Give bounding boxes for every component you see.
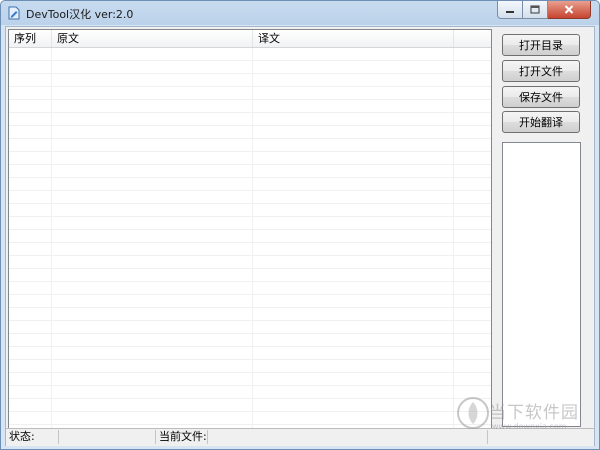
start-translate-button[interactable]: 开始翻译 (502, 111, 580, 133)
translation-list[interactable]: 序列 原文 译文 (8, 29, 492, 430)
side-listbox[interactable] (502, 142, 581, 427)
column-divider (51, 48, 52, 429)
list-header: 序列 原文 译文 (9, 30, 491, 48)
status-value (59, 430, 156, 444)
minimize-icon (506, 10, 514, 13)
column-header-translation[interactable]: 译文 (253, 30, 454, 47)
watermark-logo-icon (457, 397, 489, 429)
client-area: 序列 原文 译文 打开目录 打开文件 保存文件 开始翻译 状态: 当前文件: (5, 26, 595, 446)
maximize-button[interactable] (523, 1, 548, 19)
open-directory-button[interactable]: 打开目录 (502, 34, 580, 56)
maximize-icon (530, 5, 540, 14)
status-label: 状态: (6, 430, 59, 444)
title-bar[interactable]: DevTool汉化 ver:2.0 (1, 1, 599, 25)
minimize-button[interactable] (497, 1, 523, 19)
save-file-button[interactable]: 保存文件 (502, 86, 580, 108)
current-file-label: 当前文件: (156, 430, 208, 444)
column-header-index[interactable]: 序列 (9, 30, 52, 47)
close-icon (564, 5, 574, 14)
document-edit-icon (8, 6, 20, 20)
watermark: 当下软件园 www.downxia.com (456, 394, 596, 439)
close-button[interactable] (548, 1, 591, 19)
column-divider (453, 48, 454, 429)
open-file-button[interactable]: 打开文件 (502, 60, 580, 82)
list-body[interactable] (9, 48, 491, 429)
column-header-original[interactable]: 原文 (52, 30, 253, 47)
current-file-value (208, 430, 488, 444)
window-title: DevTool汉化 ver:2.0 (26, 8, 134, 21)
watermark-url: www.downxia.com (492, 422, 567, 431)
watermark-name: 当下软件园 (489, 403, 579, 423)
column-header-filler (454, 30, 491, 47)
app-window: DevTool汉化 ver:2.0 序列 原文 译文 打开目录 打开文件 保存文… (0, 0, 600, 450)
column-divider (252, 48, 253, 429)
